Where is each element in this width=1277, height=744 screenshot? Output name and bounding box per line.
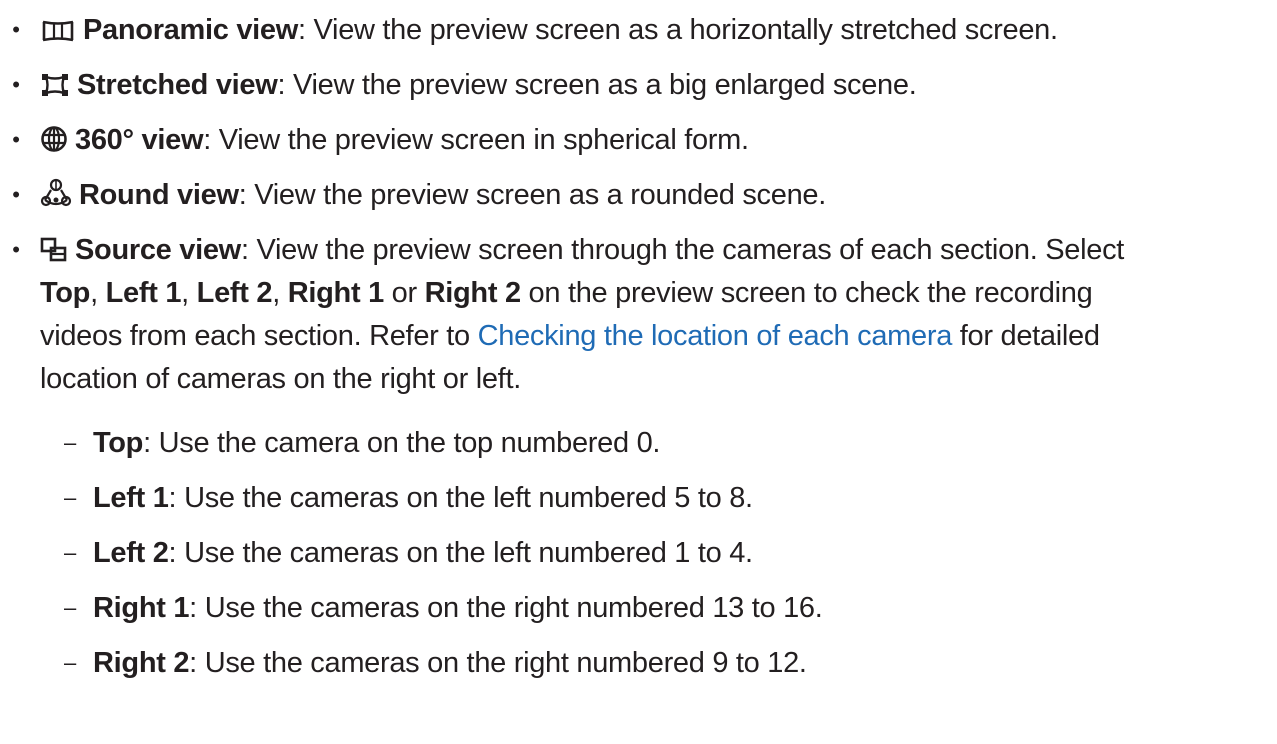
dash: – [64,430,76,455]
dash: – [64,650,76,675]
sub-item-description: Use the cameras on the left numbered 5 t… [184,482,753,514]
option-right-1: Right 1 [287,277,384,309]
item-separator: : [143,427,159,459]
sub-item-term: Right 2 [93,647,190,679]
item-description: View the preview screen as a big enlarge… [293,69,917,101]
item-description: View the preview screen through the came… [256,234,1125,266]
sub-item-description: Use the cameras on the right numbered 13… [204,592,823,624]
option-right-2: Right 2 [424,277,521,309]
bullet: • [12,237,20,262]
conjunction-or: or [383,277,425,309]
item-term: 360° view [75,124,204,156]
item-description: View the preview screen as a rounded sce… [254,179,826,211]
line-text: for detailed [952,320,1100,352]
bullet: • [12,72,20,97]
source-view-camera-options: Top, Left 1, Left 2, Right 1 or Right 2 … [40,275,1093,311]
item-separator: : [189,592,205,624]
item-separator: : [277,69,294,101]
option-left-2: Left 2 [196,277,273,309]
item-term: Stretched view [77,69,278,101]
option-left-1: Left 1 [105,277,182,309]
option-top: Top [40,277,91,309]
checking-camera-location-link[interactable]: Checking the location of each camera [478,320,953,352]
comma: , [181,277,197,309]
dash: – [64,485,76,510]
panoramic-view-icon [40,19,76,43]
comma: , [90,277,106,309]
item-description: View the preview screen in spherical for… [218,124,749,156]
360-view-icon [40,125,68,153]
source-view-icon [40,237,68,263]
line-text: videos from each section. Refer to [40,320,478,352]
item-term: Panoramic view [83,14,299,46]
manual-page: • Panoramic view: View the preview scree… [0,0,1277,744]
item-separator: : [298,14,314,46]
item-separator: : [240,234,257,266]
item-separator: : [203,124,219,156]
sub-item-description: Use the cameras on the left numbered 1 t… [184,537,753,569]
round-view-icon [40,178,72,208]
line-text: on the preview screen to check the recor… [520,277,1093,309]
item-term: Round view [79,179,239,211]
item-separator: : [189,647,205,679]
source-view-reference-line: videos from each section. Refer to Check… [40,318,1100,354]
bullet: • [12,127,20,152]
comma: , [272,277,288,309]
item-separator: : [238,179,255,211]
sub-item-description: Use the cameras on the right numbered 9 … [204,647,807,679]
item-separator: : [168,537,185,569]
bullet: • [12,17,20,42]
stretched-view-icon [40,72,70,98]
sub-item-term: Top [93,427,144,459]
dash: – [64,540,76,565]
item-term: Source view [75,234,241,266]
source-view-last-line: location of cameras on the right or left… [40,363,521,395]
sub-item-term: Right 1 [93,592,190,624]
sub-item-term: Left 2 [93,537,169,569]
sub-item-term: Left 1 [93,482,169,514]
sub-item-description: Use the camera on the top numbered 0. [158,427,661,459]
bullet: • [12,182,20,207]
item-description: View the preview screen as a horizontall… [313,14,1059,46]
dash: – [64,595,76,620]
item-separator: : [168,482,185,514]
